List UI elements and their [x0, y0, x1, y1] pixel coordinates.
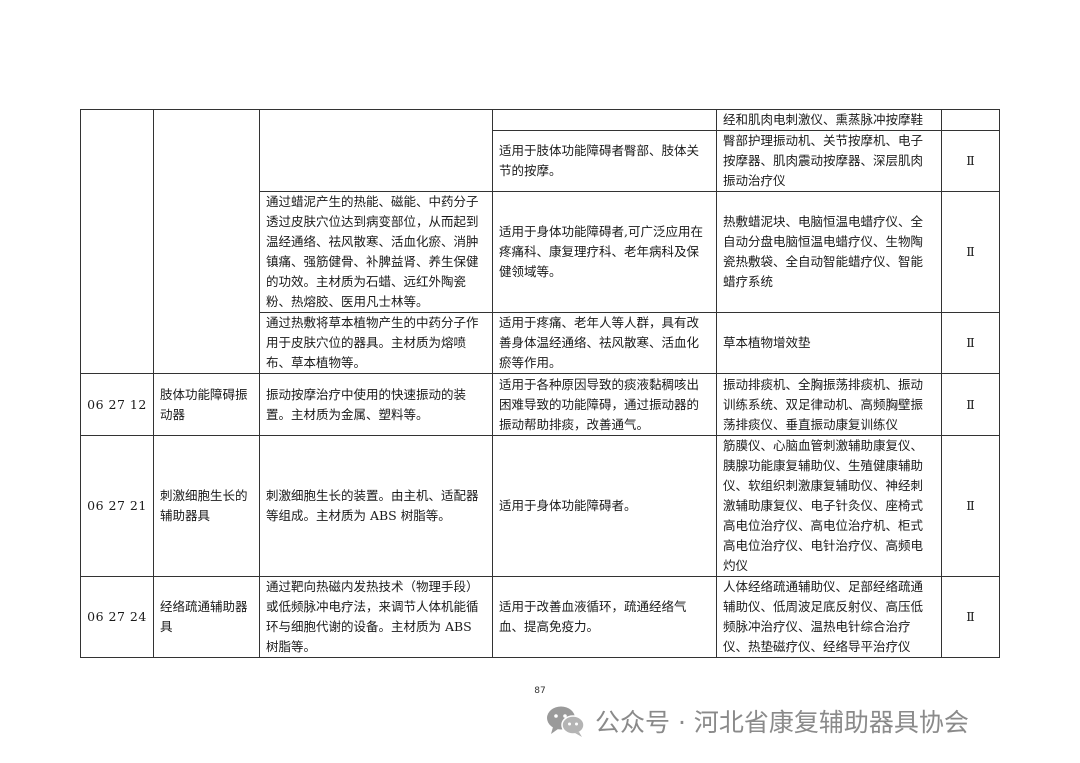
class-cell: Ⅱ — [941, 373, 1000, 436]
device-catalog-table: 经和肌肉电刺激仪、熏蒸脉冲按摩鞋 适用于肢体功能障碍者臀部、肢体关节的按摩。 臀… — [80, 109, 1000, 658]
products-cell: 经和肌肉电刺激仪、熏蒸脉冲按摩鞋 — [716, 109, 942, 131]
applicable-cell: 适用于肢体功能障碍者臀部、肢体关节的按摩。 — [492, 130, 717, 192]
table-row: 经和肌肉电刺激仪、熏蒸脉冲按摩鞋 — [80, 109, 1000, 374]
class-cell — [941, 109, 1000, 131]
applicable-cell — [492, 109, 717, 131]
applicable-cell: 适用于各种原因导致的痰液黏稠咳出困难导致的功能障碍，通过振动器的振动帮助排痰，改… — [492, 373, 717, 436]
description-cell — [259, 109, 493, 192]
name-cell — [153, 109, 260, 374]
description-cell: 通过热敷将草本植物产生的中药分子作用于皮肤穴位的器具。主材质为熔喷布、草本植物等… — [259, 312, 493, 374]
applicable-cell: 适用于身体功能障碍者。 — [492, 435, 717, 577]
table-row: 06 27 12 肢体功能障碍振动器 振动按摩治疗中使用的快速振动的装置。主材质… — [80, 373, 1000, 436]
code-cell — [80, 109, 154, 374]
products-cell: 振动排痰机、全胸振荡排痰机、振动训练系统、双足律动机、高频胸壁振荡排痰仪、垂直振… — [716, 373, 942, 436]
code-cell: 06 27 12 — [80, 373, 154, 436]
products-cell: 臀部护理振动机、关节按摩机、电子按摩器、肌肉震动按摩器、深层肌肉振动治疗仪 — [716, 130, 942, 192]
applicable-cell: 适用于改善血液循环，疏通经络气血、提高免疫力。 — [492, 576, 717, 658]
description-cell: 振动按摩治疗中使用的快速振动的装置。主材质为金属、塑料等。 — [259, 373, 493, 436]
products-cell: 草本植物增效垫 — [716, 312, 942, 374]
class-cell: Ⅱ — [941, 191, 1000, 313]
name-cell: 经络疏通辅助器具 — [153, 576, 260, 658]
products-cell: 热敷蜡泥块、电脑恒温电蜡疗仪、全自动分盘电脑恒温电蜡疗仪、生物陶瓷热敷袋、全自动… — [716, 191, 942, 313]
products-cell: 筋膜仪、心脑血管刺激辅助康复仪、胰腺功能康复辅助仪、生殖健康辅助仪、软组织刺激康… — [716, 435, 942, 577]
table-row: 06 27 24 经络疏通辅助器具 通过靶向热磁内发热技术（物理手段）或低频脉冲… — [80, 576, 1000, 658]
code-cell: 06 27 21 — [80, 435, 154, 577]
description-cell: 刺激细胞生长的装置。由主机、适配器等组成。主材质为 ABS 树脂等。 — [259, 435, 493, 577]
class-cell: Ⅱ — [941, 435, 1000, 577]
applicable-cell: 适用于身体功能障碍者,可广泛应用在疼痛科、康复理疗科、老年病科及保健领域等。 — [492, 191, 717, 313]
name-cell: 肢体功能障碍振动器 — [153, 373, 260, 436]
class-cell: Ⅱ — [941, 130, 1000, 192]
name-cell: 刺激细胞生长的辅助器具 — [153, 435, 260, 577]
code-cell: 06 27 24 — [80, 576, 154, 658]
description-cell: 通过靶向热磁内发热技术（物理手段）或低频脉冲电疗法，来调节人体机能循环与细胞代谢… — [259, 576, 493, 658]
class-cell: Ⅱ — [941, 576, 1000, 658]
watermark-text: 公众号 · 河北省康复辅助器具协会 — [595, 708, 969, 737]
page-number: 87 — [534, 686, 546, 696]
products-cell: 人体经络疏通辅助仪、足部经络疏通辅助仪、低周波足底反射仪、高压低频脉冲治疗仪、温… — [716, 576, 942, 658]
applicable-cell: 适用于疼痛、老年人等人群，具有改善身体温经通络、祛风散寒、活血化瘀等作用。 — [492, 312, 717, 374]
description-cell: 通过蜡泥产生的热能、磁能、中药分子透过皮肤穴位达到病变部位，从而起到温经通络、祛… — [259, 191, 493, 313]
table-row: 06 27 21 刺激细胞生长的辅助器具 刺激细胞生长的装置。由主机、适配器等组… — [80, 435, 1000, 577]
class-cell: Ⅱ — [941, 312, 1000, 374]
watermark: 公众号 · 河北省康复辅助器具协会 — [545, 703, 969, 739]
wechat-icon — [547, 706, 585, 737]
